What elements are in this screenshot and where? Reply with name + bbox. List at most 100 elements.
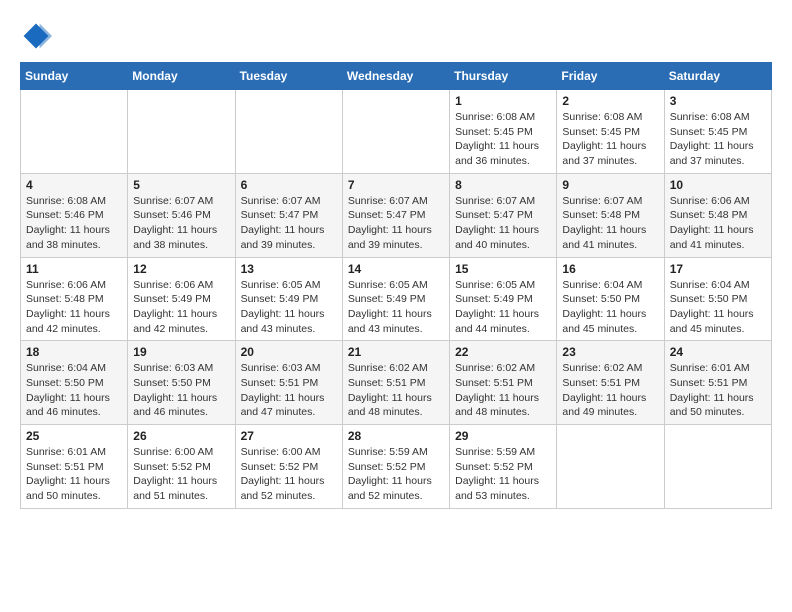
calendar-cell: 2 Sunrise: 6:08 AMSunset: 5:45 PMDaylight… — [557, 90, 664, 174]
day-number: 2 — [562, 94, 658, 108]
weekday-header-saturday: Saturday — [664, 63, 771, 90]
weekday-header-sunday: Sunday — [21, 63, 128, 90]
day-info: Sunrise: 6:05 AMSunset: 5:49 PMDaylight:… — [455, 278, 551, 337]
calendar-table: SundayMondayTuesdayWednesdayThursdayFrid… — [20, 62, 772, 509]
day-info: Sunrise: 6:02 AMSunset: 5:51 PMDaylight:… — [348, 361, 444, 420]
calendar-cell: 9 Sunrise: 6:07 AMSunset: 5:48 PMDaylight… — [557, 173, 664, 257]
day-number: 18 — [26, 345, 122, 359]
calendar-cell: 3 Sunrise: 6:08 AMSunset: 5:45 PMDaylight… — [664, 90, 771, 174]
calendar-cell: 12 Sunrise: 6:06 AMSunset: 5:49 PMDayligh… — [128, 257, 235, 341]
day-info: Sunrise: 6:00 AMSunset: 5:52 PMDaylight:… — [133, 445, 229, 504]
day-number: 11 — [26, 262, 122, 276]
header — [20, 16, 772, 52]
day-info: Sunrise: 6:06 AMSunset: 5:48 PMDaylight:… — [26, 278, 122, 337]
weekday-header-monday: Monday — [128, 63, 235, 90]
calendar-cell — [557, 425, 664, 509]
logo — [20, 20, 56, 52]
day-info: Sunrise: 6:08 AMSunset: 5:45 PMDaylight:… — [670, 110, 766, 169]
day-number: 13 — [241, 262, 337, 276]
day-info: Sunrise: 5:59 AMSunset: 5:52 PMDaylight:… — [455, 445, 551, 504]
day-info: Sunrise: 6:02 AMSunset: 5:51 PMDaylight:… — [455, 361, 551, 420]
calendar-cell: 15 Sunrise: 6:05 AMSunset: 5:49 PMDayligh… — [450, 257, 557, 341]
calendar-week-row: 18 Sunrise: 6:04 AMSunset: 5:50 PMDayligh… — [21, 341, 772, 425]
calendar-cell: 24Sunrise: 6:01 AMSunset: 5:51 PMDayligh… — [664, 341, 771, 425]
day-number: 7 — [348, 178, 444, 192]
day-number: 25 — [26, 429, 122, 443]
calendar-cell: 13Sunrise: 6:05 AMSunset: 5:49 PMDayligh… — [235, 257, 342, 341]
calendar-cell — [235, 90, 342, 174]
calendar-cell: 17 Sunrise: 6:04 AMSunset: 5:50 PMDayligh… — [664, 257, 771, 341]
calendar-week-row: 1 Sunrise: 6:08 AMSunset: 5:45 PMDaylight… — [21, 90, 772, 174]
day-info: Sunrise: 6:07 AMSunset: 5:47 PMDaylight:… — [241, 194, 337, 253]
day-info: Sunrise: 6:04 AMSunset: 5:50 PMDaylight:… — [562, 278, 658, 337]
calendar-cell: 11 Sunrise: 6:06 AMSunset: 5:48 PMDayligh… — [21, 257, 128, 341]
calendar-cell: 14 Sunrise: 6:05 AMSunset: 5:49 PMDayligh… — [342, 257, 449, 341]
calendar-cell: 10Sunrise: 6:06 AMSunset: 5:48 PMDayligh… — [664, 173, 771, 257]
day-info: Sunrise: 6:03 AMSunset: 5:50 PMDaylight:… — [133, 361, 229, 420]
day-info: Sunrise: 6:05 AMSunset: 5:49 PMDaylight:… — [348, 278, 444, 337]
day-info: Sunrise: 6:04 AMSunset: 5:50 PMDaylight:… — [670, 278, 766, 337]
day-info: Sunrise: 6:01 AMSunset: 5:51 PMDaylight:… — [26, 445, 122, 504]
day-info: Sunrise: 6:02 AMSunset: 5:51 PMDaylight:… — [562, 361, 658, 420]
calendar-cell: 22 Sunrise: 6:02 AMSunset: 5:51 PMDayligh… — [450, 341, 557, 425]
weekday-header-wednesday: Wednesday — [342, 63, 449, 90]
calendar-cell: 4 Sunrise: 6:08 AMSunset: 5:46 PMDaylight… — [21, 173, 128, 257]
weekday-header-tuesday: Tuesday — [235, 63, 342, 90]
day-info: Sunrise: 6:07 AMSunset: 5:47 PMDaylight:… — [455, 194, 551, 253]
day-number: 26 — [133, 429, 229, 443]
day-info: Sunrise: 6:04 AMSunset: 5:50 PMDaylight:… — [26, 361, 122, 420]
day-number: 8 — [455, 178, 551, 192]
calendar-cell: 1Sunrise: 6:08 AMSunset: 5:45 PMDaylight… — [450, 90, 557, 174]
weekday-header-row: SundayMondayTuesdayWednesdayThursdayFrid… — [21, 63, 772, 90]
day-number: 19 — [133, 345, 229, 359]
day-number: 5 — [133, 178, 229, 192]
day-info: Sunrise: 6:07 AMSunset: 5:47 PMDaylight:… — [348, 194, 444, 253]
day-number: 21 — [348, 345, 444, 359]
day-number: 14 — [348, 262, 444, 276]
calendar-week-row: 25 Sunrise: 6:01 AMSunset: 5:51 PMDayligh… — [21, 425, 772, 509]
day-number: 22 — [455, 345, 551, 359]
day-info: Sunrise: 6:06 AMSunset: 5:49 PMDaylight:… — [133, 278, 229, 337]
day-number: 17 — [670, 262, 766, 276]
calendar-cell — [664, 425, 771, 509]
calendar-cell: 21 Sunrise: 6:02 AMSunset: 5:51 PMDayligh… — [342, 341, 449, 425]
calendar-cell: 6Sunrise: 6:07 AMSunset: 5:47 PMDaylight… — [235, 173, 342, 257]
day-number: 9 — [562, 178, 658, 192]
calendar-cell: 28 Sunrise: 5:59 AMSunset: 5:52 PMDayligh… — [342, 425, 449, 509]
weekday-header-thursday: Thursday — [450, 63, 557, 90]
day-info: Sunrise: 6:08 AMSunset: 5:45 PMDaylight:… — [562, 110, 658, 169]
calendar-cell: 19 Sunrise: 6:03 AMSunset: 5:50 PMDayligh… — [128, 341, 235, 425]
day-info: Sunrise: 6:08 AMSunset: 5:46 PMDaylight:… — [26, 194, 122, 253]
calendar-cell: 18 Sunrise: 6:04 AMSunset: 5:50 PMDayligh… — [21, 341, 128, 425]
day-number: 20 — [241, 345, 337, 359]
day-info: Sunrise: 6:07 AMSunset: 5:48 PMDaylight:… — [562, 194, 658, 253]
calendar-cell — [21, 90, 128, 174]
day-number: 23 — [562, 345, 658, 359]
day-info: Sunrise: 6:06 AMSunset: 5:48 PMDaylight:… — [670, 194, 766, 253]
day-number: 12 — [133, 262, 229, 276]
calendar-cell — [342, 90, 449, 174]
day-info: Sunrise: 6:01 AMSunset: 5:51 PMDaylight:… — [670, 361, 766, 420]
day-number: 28 — [348, 429, 444, 443]
calendar-cell: 7 Sunrise: 6:07 AMSunset: 5:47 PMDaylight… — [342, 173, 449, 257]
calendar-cell: 8 Sunrise: 6:07 AMSunset: 5:47 PMDaylight… — [450, 173, 557, 257]
calendar-cell: 26 Sunrise: 6:00 AMSunset: 5:52 PMDayligh… — [128, 425, 235, 509]
day-number: 15 — [455, 262, 551, 276]
calendar-week-row: 11 Sunrise: 6:06 AMSunset: 5:48 PMDayligh… — [21, 257, 772, 341]
calendar-cell: 29 Sunrise: 5:59 AMSunset: 5:52 PMDayligh… — [450, 425, 557, 509]
day-number: 16 — [562, 262, 658, 276]
calendar-cell: 16 Sunrise: 6:04 AMSunset: 5:50 PMDayligh… — [557, 257, 664, 341]
day-number: 3 — [670, 94, 766, 108]
day-number: 29 — [455, 429, 551, 443]
calendar-cell: 25 Sunrise: 6:01 AMSunset: 5:51 PMDayligh… — [21, 425, 128, 509]
day-number: 1 — [455, 94, 551, 108]
calendar-cell: 27Sunrise: 6:00 AMSunset: 5:52 PMDayligh… — [235, 425, 342, 509]
day-info: Sunrise: 5:59 AMSunset: 5:52 PMDaylight:… — [348, 445, 444, 504]
calendar-cell: 5 Sunrise: 6:07 AMSunset: 5:46 PMDaylight… — [128, 173, 235, 257]
calendar-week-row: 4 Sunrise: 6:08 AMSunset: 5:46 PMDaylight… — [21, 173, 772, 257]
weekday-header-friday: Friday — [557, 63, 664, 90]
day-info: Sunrise: 6:03 AMSunset: 5:51 PMDaylight:… — [241, 361, 337, 420]
logo-icon — [20, 20, 52, 52]
day-number: 4 — [26, 178, 122, 192]
day-info: Sunrise: 6:07 AMSunset: 5:46 PMDaylight:… — [133, 194, 229, 253]
